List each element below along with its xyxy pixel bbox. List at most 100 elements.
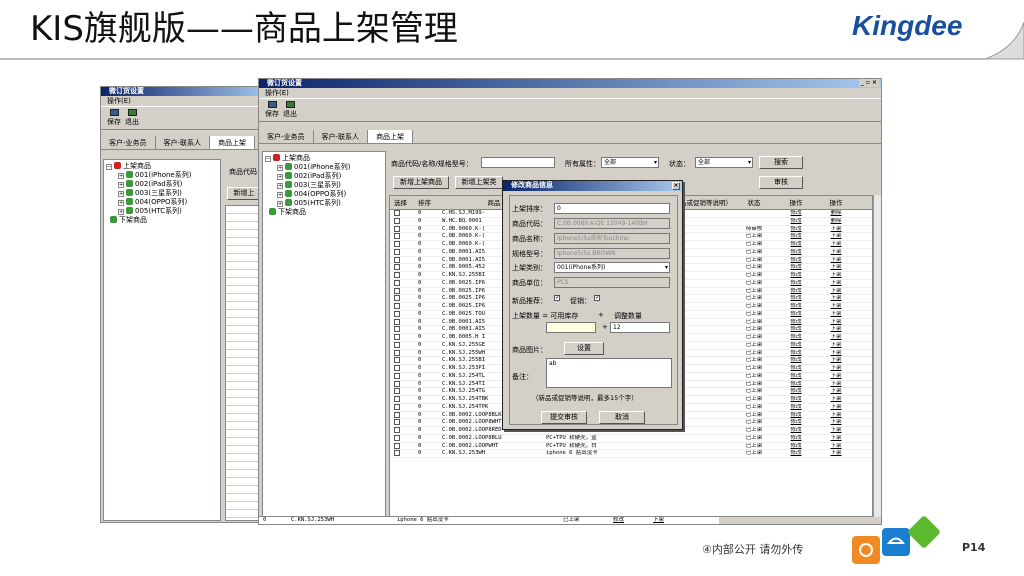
select-checkbox[interactable] xyxy=(390,310,418,318)
select-checkbox[interactable] xyxy=(390,264,418,271)
checkbox[interactable] xyxy=(394,403,400,410)
checkbox[interactable] xyxy=(394,365,400,371)
checkbox[interactable] xyxy=(394,248,400,255)
checkbox[interactable] xyxy=(394,287,400,294)
checkbox[interactable] xyxy=(394,372,400,379)
edit-link[interactable]: 修改 xyxy=(776,280,816,287)
select-checkbox[interactable] xyxy=(390,210,418,217)
adjust-input[interactable]: 12 xyxy=(610,322,670,333)
shelf-link[interactable]: 下架 xyxy=(816,350,856,357)
checkbox[interactable] xyxy=(394,388,400,395)
edit-link[interactable]: 修改 xyxy=(776,419,816,426)
back-add-button[interactable]: 新增上 xyxy=(227,187,261,200)
select-checkbox[interactable] xyxy=(390,326,418,333)
checkbox[interactable] xyxy=(394,295,400,302)
tree-node-iphone[interactable]: +001(iPhone系列) xyxy=(265,163,383,172)
tab-contact[interactable]: 客户-联系人 xyxy=(313,130,369,143)
select-checkbox[interactable] xyxy=(390,427,418,434)
edit-link[interactable]: 修改 xyxy=(776,272,816,279)
col-op2[interactable]: 操作 xyxy=(816,196,856,209)
image-set-button[interactable]: 设置 xyxy=(564,342,604,355)
shelf-link[interactable]: 下架 xyxy=(816,342,856,349)
edit-link[interactable]: 修改 xyxy=(776,334,816,341)
edit-link[interactable]: 修改 xyxy=(776,365,816,372)
shelf-link[interactable]: 下架 xyxy=(816,419,856,426)
exit-button[interactable]: 退出 xyxy=(125,109,139,127)
checkbox[interactable] xyxy=(394,217,400,224)
edit-link[interactable]: 修改 xyxy=(776,373,816,380)
main-window-menu[interactable]: 操作(E) xyxy=(259,88,881,98)
review-button[interactable]: 审核 xyxy=(759,176,803,189)
select-checkbox[interactable] xyxy=(390,287,418,295)
shelf-link[interactable]: 删除 xyxy=(816,218,856,225)
attr-select[interactable]: 全部 ▾ xyxy=(601,157,659,168)
shelf-link[interactable]: 下架 xyxy=(816,288,856,295)
checkbox[interactable] xyxy=(394,434,400,441)
select-checkbox[interactable] xyxy=(390,248,418,256)
tab-salesperson[interactable]: 客户-业务员 xyxy=(259,130,314,143)
edit-link[interactable]: 修改 xyxy=(776,311,816,318)
edit-link[interactable]: 修改 xyxy=(776,303,816,310)
shelf-link[interactable]: 下架 xyxy=(816,233,856,240)
shelf-link[interactable]: 下架 xyxy=(816,427,856,434)
tree-node-htc[interactable]: +005(HTC系列) xyxy=(106,207,218,216)
select-checkbox[interactable] xyxy=(390,225,418,233)
edit-link[interactable]: 修改 xyxy=(776,404,816,411)
edit-link[interactable]: 修改 xyxy=(776,226,816,233)
shelf-link[interactable]: 下架 xyxy=(816,365,856,372)
checkbox[interactable] xyxy=(394,411,400,418)
checkbox[interactable] xyxy=(394,380,400,387)
promo-checkbox[interactable]: ✓ xyxy=(594,294,600,303)
select-checkbox[interactable] xyxy=(390,349,418,357)
shelf-link[interactable]: 删除 xyxy=(816,210,856,217)
col-op1[interactable]: 操作 xyxy=(776,196,816,209)
select-checkbox[interactable] xyxy=(390,419,418,426)
shelf-link[interactable]: 下架 xyxy=(816,412,856,419)
tab-shelf[interactable]: 商品上架 xyxy=(368,130,414,143)
shelf-link[interactable]: 下架 xyxy=(816,280,856,287)
shelf-link[interactable]: 下架 xyxy=(816,241,856,248)
select-checkbox[interactable] xyxy=(390,357,418,364)
edit-link[interactable]: 修改 xyxy=(776,350,816,357)
tab-contact[interactable]: 客户-联系人 xyxy=(155,136,211,149)
select-checkbox[interactable] xyxy=(390,411,418,419)
select-checkbox[interactable] xyxy=(390,217,418,225)
table-row[interactable]: 0 C.0B.0002.LOOP8BLU PC+TPU 软硬壳，蓝 已上架 修改 下架 xyxy=(390,434,872,443)
checkbox[interactable] xyxy=(394,427,400,433)
edit-link[interactable]: 修改 xyxy=(776,233,816,240)
tree-node-oppo[interactable]: +004(OPPO系列) xyxy=(106,198,218,207)
edit-link[interactable]: 修改 xyxy=(776,288,816,295)
tree-node-shelved[interactable]: − 上架商品 xyxy=(106,162,218,171)
checkbox[interactable] xyxy=(394,318,400,325)
edit-link[interactable]: 修改 xyxy=(776,257,816,264)
checkbox[interactable] xyxy=(394,341,400,348)
edit-link[interactable]: 修改 xyxy=(776,241,816,248)
edit-link[interactable]: 修改 xyxy=(776,450,816,457)
checkbox[interactable] xyxy=(394,272,400,278)
checkbox[interactable] xyxy=(394,241,400,247)
checkbox[interactable] xyxy=(394,279,400,286)
select-checkbox[interactable] xyxy=(390,241,418,248)
tree-node-shelved[interactable]: − 上架商品 xyxy=(265,154,383,163)
select-checkbox[interactable] xyxy=(390,388,418,395)
col-status[interactable]: 状态 xyxy=(732,196,776,209)
edit-link[interactable]: 修改 xyxy=(776,326,816,333)
shelf-link[interactable]: 下架 xyxy=(816,264,856,271)
tree-node-htc[interactable]: +005(HTC系列) xyxy=(265,199,383,208)
edit-link[interactable]: 修改 xyxy=(776,427,816,434)
cancel-button[interactable]: 取消 xyxy=(599,411,645,424)
checkbox[interactable] xyxy=(394,233,400,240)
edit-link[interactable]: 修改 xyxy=(776,388,816,395)
add-shelf-item-button[interactable]: 新增上架商品 xyxy=(393,176,449,189)
select-checkbox[interactable] xyxy=(390,365,418,372)
checkbox[interactable] xyxy=(394,264,400,271)
select-checkbox[interactable] xyxy=(390,380,418,388)
edit-link[interactable]: 修改 xyxy=(776,443,816,450)
col-sort[interactable]: 排序 xyxy=(418,196,442,209)
edit-link[interactable]: 修改 xyxy=(776,295,816,302)
checkbox[interactable] xyxy=(394,334,400,340)
submit-review-button[interactable]: 提交审核 xyxy=(541,411,587,424)
search-input[interactable] xyxy=(481,157,555,168)
edit-link[interactable]: 修改 xyxy=(776,396,816,403)
edit-link[interactable]: 修改 xyxy=(776,264,816,271)
